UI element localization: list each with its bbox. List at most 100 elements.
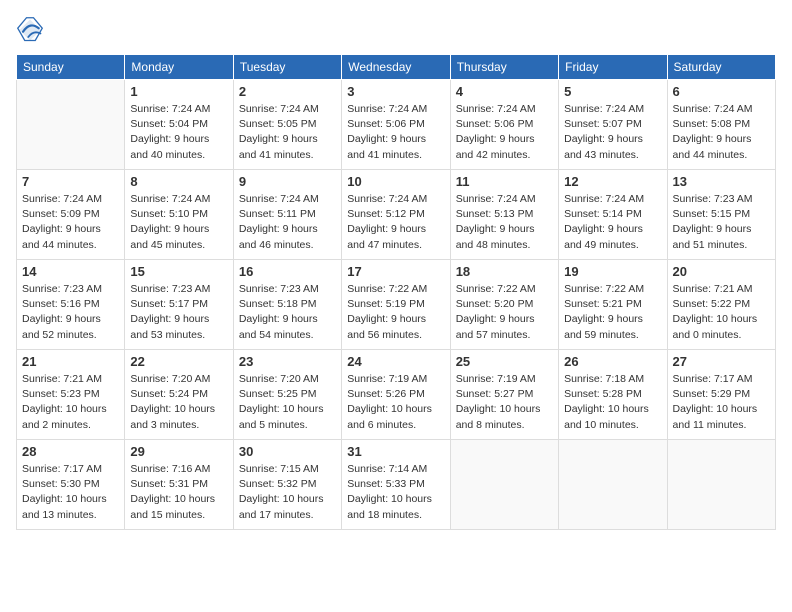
calendar-weekday-header: Saturday xyxy=(667,55,775,80)
calendar-day-cell xyxy=(559,440,667,530)
day-info: Sunrise: 7:17 AMSunset: 5:29 PMDaylight:… xyxy=(673,372,770,433)
generalblue-logo-icon xyxy=(16,16,44,44)
day-info: Sunrise: 7:23 AMSunset: 5:18 PMDaylight:… xyxy=(239,282,336,343)
day-number: 11 xyxy=(456,174,553,189)
calendar-day-cell: 18 Sunrise: 7:22 AMSunset: 5:20 PMDayligh… xyxy=(450,260,558,350)
calendar-day-cell: 9 Sunrise: 7:24 AMSunset: 5:11 PMDaylight… xyxy=(233,170,341,260)
calendar-weekday-header: Thursday xyxy=(450,55,558,80)
day-info: Sunrise: 7:22 AMSunset: 5:19 PMDaylight:… xyxy=(347,282,444,343)
day-info: Sunrise: 7:21 AMSunset: 5:23 PMDaylight:… xyxy=(22,372,119,433)
day-info: Sunrise: 7:19 AMSunset: 5:26 PMDaylight:… xyxy=(347,372,444,433)
calendar-day-cell: 29Sunrise: 7:16 AMSunset: 5:31 PMDayligh… xyxy=(125,440,233,530)
day-info: Sunrise: 7:21 AMSunset: 5:22 PMDaylight:… xyxy=(673,282,770,343)
day-info: Sunrise: 7:24 AMSunset: 5:05 PMDaylight:… xyxy=(239,102,336,163)
calendar-day-cell: 3 Sunrise: 7:24 AMSunset: 5:06 PMDaylight… xyxy=(342,80,450,170)
day-info: Sunrise: 7:14 AMSunset: 5:33 PMDaylight:… xyxy=(347,462,444,523)
calendar-day-cell: 25Sunrise: 7:19 AMSunset: 5:27 PMDayligh… xyxy=(450,350,558,440)
day-info: Sunrise: 7:20 AMSunset: 5:25 PMDaylight:… xyxy=(239,372,336,433)
page-header xyxy=(16,16,776,44)
calendar-day-cell: 4 Sunrise: 7:24 AMSunset: 5:06 PMDaylight… xyxy=(450,80,558,170)
day-info: Sunrise: 7:22 AMSunset: 5:21 PMDaylight:… xyxy=(564,282,661,343)
logo xyxy=(16,16,48,44)
calendar-day-cell: 13 Sunrise: 7:23 AMSunset: 5:15 PMDayligh… xyxy=(667,170,775,260)
day-number: 27 xyxy=(673,354,770,369)
day-number: 3 xyxy=(347,84,444,99)
calendar-day-cell: 16 Sunrise: 7:23 AMSunset: 5:18 PMDayligh… xyxy=(233,260,341,350)
day-number: 21 xyxy=(22,354,119,369)
day-number: 23 xyxy=(239,354,336,369)
day-number: 19 xyxy=(564,264,661,279)
calendar-day-cell: 8 Sunrise: 7:24 AMSunset: 5:10 PMDaylight… xyxy=(125,170,233,260)
calendar-week-row: 14Sunrise: 7:23 AMSunset: 5:16 PMDayligh… xyxy=(17,260,776,350)
day-number: 24 xyxy=(347,354,444,369)
day-number: 12 xyxy=(564,174,661,189)
day-number: 1 xyxy=(130,84,227,99)
day-number: 2 xyxy=(239,84,336,99)
day-info: Sunrise: 7:20 AMSunset: 5:24 PMDaylight:… xyxy=(130,372,227,433)
calendar-week-row: 1 Sunrise: 7:24 AMSunset: 5:04 PMDaylight… xyxy=(17,80,776,170)
day-number: 17 xyxy=(347,264,444,279)
calendar-day-cell: 22Sunrise: 7:20 AMSunset: 5:24 PMDayligh… xyxy=(125,350,233,440)
calendar-day-cell: 28 Sunrise: 7:17 AMSunset: 5:30 PMDayligh… xyxy=(17,440,125,530)
day-info: Sunrise: 7:17 AMSunset: 5:30 PMDaylight:… xyxy=(22,462,119,523)
calendar-week-row: 21 Sunrise: 7:21 AMSunset: 5:23 PMDayligh… xyxy=(17,350,776,440)
calendar-day-cell: 11 Sunrise: 7:24 AMSunset: 5:13 PMDayligh… xyxy=(450,170,558,260)
day-number: 14 xyxy=(22,264,119,279)
calendar-weekday-header: Friday xyxy=(559,55,667,80)
calendar-day-cell: 24 Sunrise: 7:19 AMSunset: 5:26 PMDayligh… xyxy=(342,350,450,440)
calendar-table: SundayMondayTuesdayWednesdayThursdayFrid… xyxy=(16,54,776,530)
calendar-day-cell: 2 Sunrise: 7:24 AMSunset: 5:05 PMDaylight… xyxy=(233,80,341,170)
calendar-day-cell xyxy=(450,440,558,530)
day-number: 28 xyxy=(22,444,119,459)
day-number: 5 xyxy=(564,84,661,99)
day-info: Sunrise: 7:24 AMSunset: 5:10 PMDaylight:… xyxy=(130,192,227,253)
calendar-week-row: 28 Sunrise: 7:17 AMSunset: 5:30 PMDayligh… xyxy=(17,440,776,530)
calendar-day-cell: 17 Sunrise: 7:22 AMSunset: 5:19 PMDayligh… xyxy=(342,260,450,350)
day-number: 18 xyxy=(456,264,553,279)
day-info: Sunrise: 7:24 AMSunset: 5:07 PMDaylight:… xyxy=(564,102,661,163)
calendar-day-cell xyxy=(667,440,775,530)
day-number: 30 xyxy=(239,444,336,459)
day-number: 8 xyxy=(130,174,227,189)
day-info: Sunrise: 7:18 AMSunset: 5:28 PMDaylight:… xyxy=(564,372,661,433)
day-number: 16 xyxy=(239,264,336,279)
day-info: Sunrise: 7:24 AMSunset: 5:04 PMDaylight:… xyxy=(130,102,227,163)
day-number: 20 xyxy=(673,264,770,279)
day-info: Sunrise: 7:24 AMSunset: 5:06 PMDaylight:… xyxy=(456,102,553,163)
day-number: 13 xyxy=(673,174,770,189)
day-info: Sunrise: 7:15 AMSunset: 5:32 PMDaylight:… xyxy=(239,462,336,523)
day-info: Sunrise: 7:24 AMSunset: 5:13 PMDaylight:… xyxy=(456,192,553,253)
calendar-day-cell: 19 Sunrise: 7:22 AMSunset: 5:21 PMDayligh… xyxy=(559,260,667,350)
calendar-header-row: SundayMondayTuesdayWednesdayThursdayFrid… xyxy=(17,55,776,80)
day-info: Sunrise: 7:16 AMSunset: 5:31 PMDaylight:… xyxy=(130,462,227,523)
calendar-day-cell: 6 Sunrise: 7:24 AMSunset: 5:08 PMDaylight… xyxy=(667,80,775,170)
day-info: Sunrise: 7:24 AMSunset: 5:06 PMDaylight:… xyxy=(347,102,444,163)
calendar-day-cell: 14Sunrise: 7:23 AMSunset: 5:16 PMDayligh… xyxy=(17,260,125,350)
calendar-week-row: 7Sunrise: 7:24 AMSunset: 5:09 PMDaylight… xyxy=(17,170,776,260)
calendar-weekday-header: Wednesday xyxy=(342,55,450,80)
day-number: 25 xyxy=(456,354,553,369)
day-number: 4 xyxy=(456,84,553,99)
calendar-day-cell: 23 Sunrise: 7:20 AMSunset: 5:25 PMDayligh… xyxy=(233,350,341,440)
day-number: 31 xyxy=(347,444,444,459)
calendar-day-cell: 10Sunrise: 7:24 AMSunset: 5:12 PMDayligh… xyxy=(342,170,450,260)
day-number: 10 xyxy=(347,174,444,189)
day-info: Sunrise: 7:23 AMSunset: 5:15 PMDaylight:… xyxy=(673,192,770,253)
day-number: 9 xyxy=(239,174,336,189)
day-info: Sunrise: 7:24 AMSunset: 5:08 PMDaylight:… xyxy=(673,102,770,163)
calendar-day-cell: 27 Sunrise: 7:17 AMSunset: 5:29 PMDayligh… xyxy=(667,350,775,440)
calendar-day-cell: 5 Sunrise: 7:24 AMSunset: 5:07 PMDaylight… xyxy=(559,80,667,170)
day-number: 7 xyxy=(22,174,119,189)
day-info: Sunrise: 7:23 AMSunset: 5:17 PMDaylight:… xyxy=(130,282,227,343)
calendar-day-cell: 30 Sunrise: 7:15 AMSunset: 5:32 PMDayligh… xyxy=(233,440,341,530)
calendar-day-cell: 21 Sunrise: 7:21 AMSunset: 5:23 PMDayligh… xyxy=(17,350,125,440)
calendar-day-cell: 31 Sunrise: 7:14 AMSunset: 5:33 PMDayligh… xyxy=(342,440,450,530)
day-info: Sunrise: 7:22 AMSunset: 5:20 PMDaylight:… xyxy=(456,282,553,343)
calendar-day-cell: 15Sunrise: 7:23 AMSunset: 5:17 PMDayligh… xyxy=(125,260,233,350)
calendar-weekday-header: Tuesday xyxy=(233,55,341,80)
calendar-weekday-header: Sunday xyxy=(17,55,125,80)
day-info: Sunrise: 7:24 AMSunset: 5:14 PMDaylight:… xyxy=(564,192,661,253)
day-info: Sunrise: 7:24 AMSunset: 5:11 PMDaylight:… xyxy=(239,192,336,253)
day-number: 6 xyxy=(673,84,770,99)
calendar-day-cell: 12 Sunrise: 7:24 AMSunset: 5:14 PMDayligh… xyxy=(559,170,667,260)
